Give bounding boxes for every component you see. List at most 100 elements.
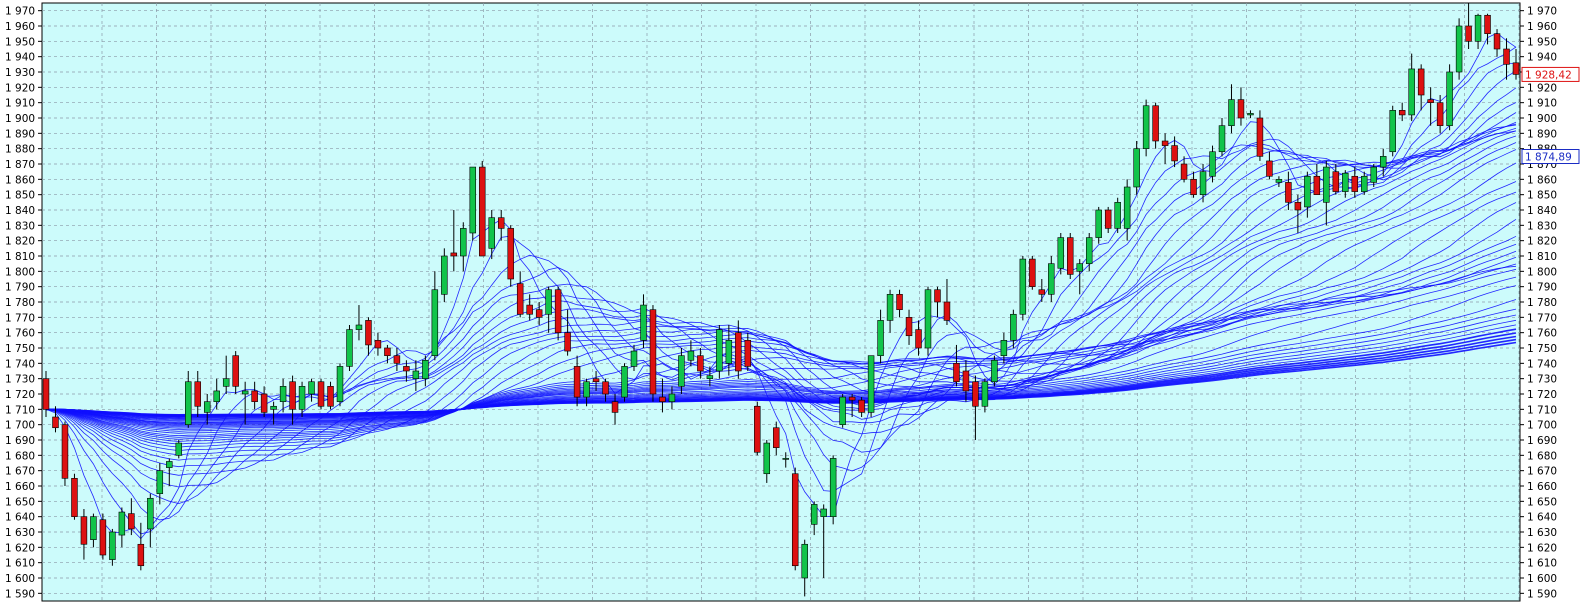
right-tick-label: 1 720 (1527, 389, 1557, 401)
left-tick-label: 1 760 (5, 328, 35, 340)
chart-canvas: 1 590 1 600 1 610 1 620 1 630 1 640 1 650 1 660… (5, 2, 1580, 602)
candle-body (744, 340, 752, 367)
left-tick-label: 1 910 (5, 98, 35, 110)
candle-body (858, 399, 865, 413)
candle-body (1313, 175, 1321, 195)
right-tick-label: 1 830 (1527, 220, 1557, 232)
candle-body (374, 340, 382, 349)
candle-body (621, 366, 628, 398)
candle-body (412, 370, 420, 379)
left-tick-label: 1 820 (5, 236, 35, 248)
right-tick-label: 1 660 (1527, 481, 1557, 493)
candle-body (450, 252, 458, 257)
candle-body (355, 324, 363, 330)
right-tick-label: 1 710 (1527, 404, 1557, 416)
candle (1029, 256, 1036, 290)
candle-body (61, 424, 69, 479)
left-tick-label: 1 890 (5, 128, 35, 140)
candle-body (1474, 14, 1482, 42)
candle-body (1247, 113, 1254, 116)
candle-body (71, 478, 78, 517)
candle-body (1067, 237, 1074, 275)
left-tick-label: 1 740 (5, 358, 35, 370)
candle (317, 378, 325, 410)
right-tick-label: 1 690 (1527, 435, 1557, 447)
moving-average-label: 1 874,89 (1525, 152, 1572, 164)
candle-body (166, 461, 173, 468)
left-tick-label: 1 970 (5, 6, 35, 18)
candle-body (782, 458, 789, 460)
candle (507, 225, 514, 287)
candle (71, 473, 78, 520)
candle-body (203, 401, 211, 413)
candle-body (1161, 140, 1169, 146)
right-tick-label: 1 600 (1527, 573, 1557, 585)
right-tick-label: 1 900 (1527, 113, 1557, 125)
left-tick-label: 1 590 (5, 588, 35, 600)
candle-body (118, 511, 126, 536)
candle (1142, 99, 1150, 157)
candle-body (649, 309, 657, 395)
right-tick-label: 1 810 (1527, 251, 1557, 263)
candle-body (1171, 145, 1178, 162)
candle (791, 467, 799, 571)
candle-body (80, 516, 88, 545)
candle (469, 166, 477, 241)
right-tick-label: 1 620 (1527, 542, 1557, 554)
candle-body (1446, 71, 1453, 126)
candle-body (1180, 163, 1188, 180)
candle-body (687, 350, 695, 361)
candle-body (431, 289, 439, 356)
candle (1133, 141, 1140, 195)
candle-body (279, 386, 287, 402)
candlestick-chart: 1 590 1 600 1 610 1 620 1 630 1 640 1 650 1 660… (0, 0, 1581, 611)
right-tick-label: 1 850 (1527, 190, 1557, 202)
candle-body (241, 390, 249, 395)
candle-body (1000, 340, 1008, 356)
right-y-axis: 1 590 1 600 1 610 1 620 1 630 1 640 1 650 1 660… (1520, 6, 1557, 600)
last-price-label: 1 928,42 (1525, 69, 1572, 81)
right-tick-label: 1 590 (1527, 588, 1557, 600)
candle-body (497, 217, 505, 229)
candle-body (754, 405, 761, 453)
candle (716, 325, 723, 379)
candle-body (1493, 33, 1501, 50)
candle-body (384, 347, 391, 356)
candle-body (678, 355, 685, 387)
candle-body (716, 329, 723, 372)
left-tick-label: 1 620 (5, 542, 35, 554)
candle-body (346, 329, 353, 367)
candle-body (1057, 237, 1065, 269)
candle-body (1455, 25, 1463, 73)
candle-body (1104, 209, 1112, 229)
candle (1256, 110, 1264, 161)
candle-body (763, 442, 771, 475)
candle-body (1379, 156, 1387, 168)
candle (867, 355, 875, 417)
candle-body (526, 304, 533, 315)
candle-body (791, 473, 799, 567)
candle-body (962, 370, 970, 392)
candle-body (1199, 171, 1207, 195)
candle (839, 394, 846, 428)
candle (1446, 64, 1453, 131)
candle-body (1228, 99, 1235, 126)
candle-body (327, 386, 334, 407)
left-tick-label: 1 630 (5, 527, 35, 539)
left-tick-label: 1 770 (5, 312, 35, 324)
candle-body (915, 329, 922, 349)
left-tick-label: 1 870 (5, 159, 35, 171)
candle-body (1010, 313, 1017, 341)
candle-body (1512, 62, 1520, 75)
candle-body (1275, 179, 1283, 183)
candle-body (972, 381, 979, 407)
candle-body (298, 386, 306, 410)
candle-body (773, 427, 780, 448)
candle-body (1332, 171, 1340, 192)
candle-body (52, 416, 59, 429)
right-tick-label: 1 610 (1527, 558, 1557, 570)
candle-body (260, 393, 268, 413)
candle (754, 401, 761, 456)
candle-body (403, 366, 410, 372)
candle-body (90, 516, 97, 540)
